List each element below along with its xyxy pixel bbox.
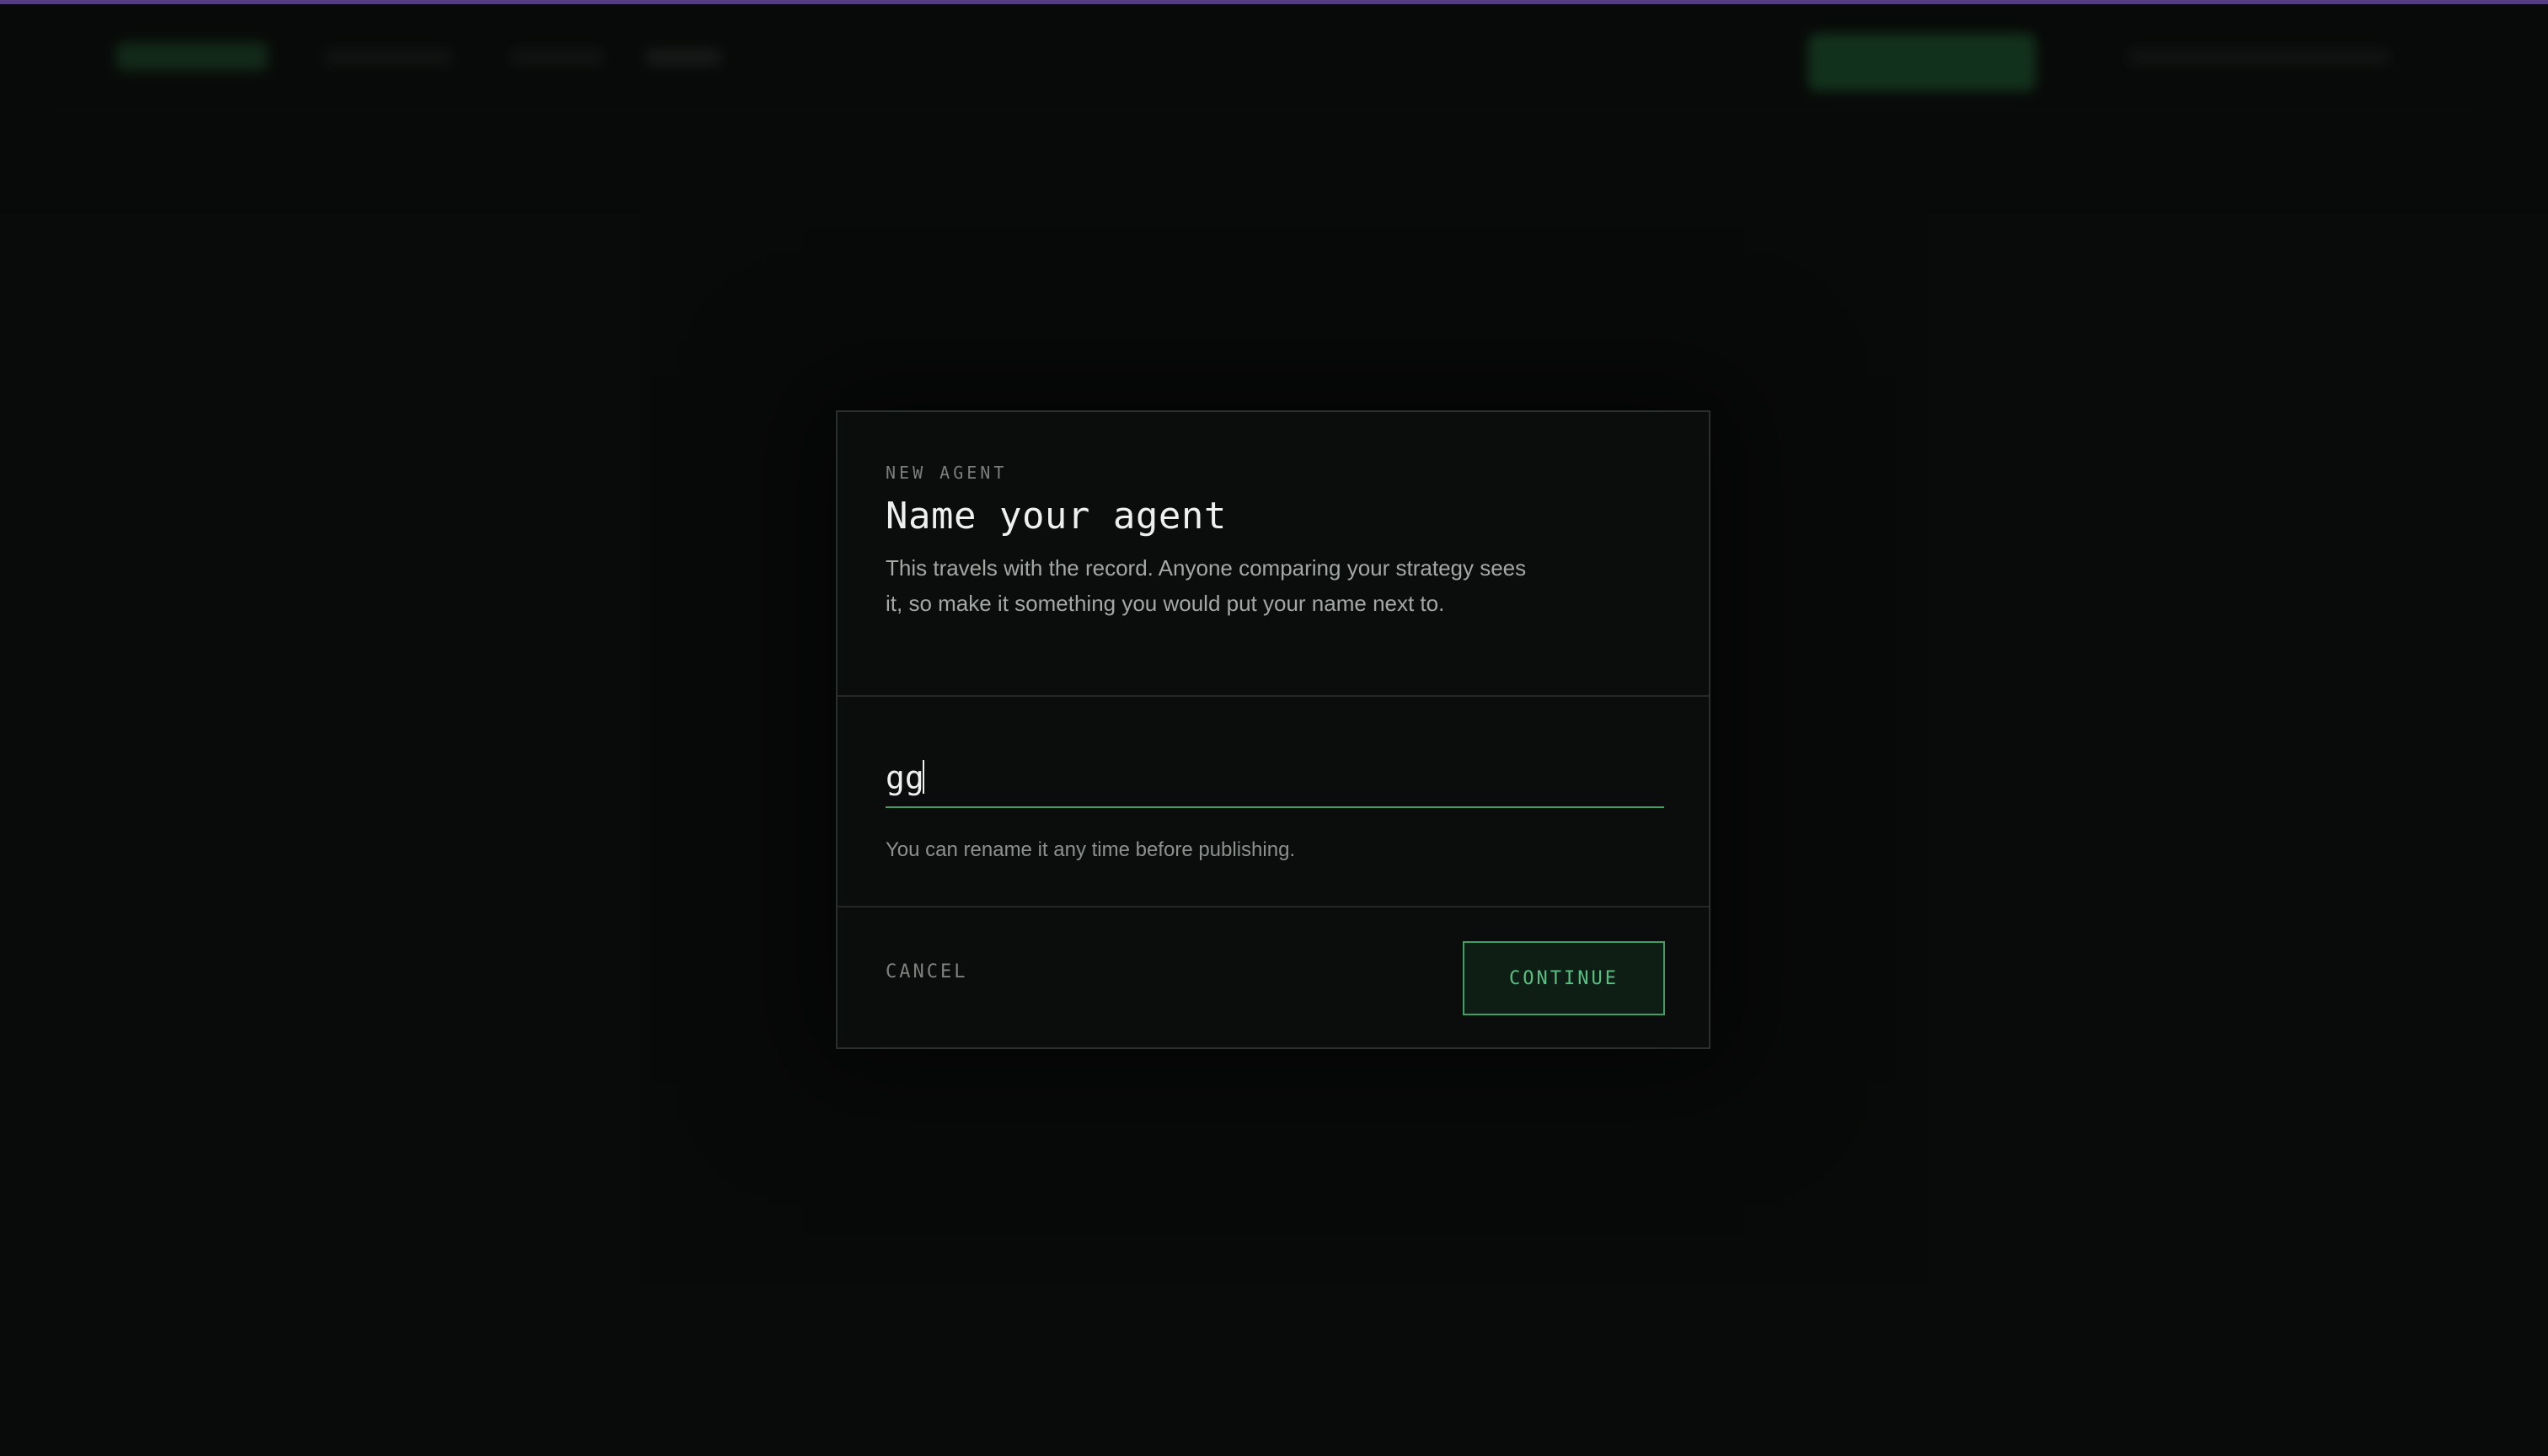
name-agent-dialog: NEW AGENT Name your agent This travels w… xyxy=(836,410,1710,1049)
text-caret xyxy=(922,760,924,794)
continue-button[interactable]: CONTINUE xyxy=(1463,941,1665,1015)
cancel-button[interactable]: CANCEL xyxy=(886,961,967,982)
dialog-eyebrow: NEW AGENT xyxy=(886,463,1008,483)
agent-name-input[interactable]: gg xyxy=(886,747,1664,808)
agent-name-input-value: gg xyxy=(886,759,924,796)
dialog-description: This travels with the record. Anyone com… xyxy=(886,555,1527,616)
dialog-body: gg You can rename it any time before pub… xyxy=(838,697,1709,907)
dialog-footer: CANCEL CONTINUE xyxy=(838,907,1709,1047)
dialog-title: Name your agent xyxy=(886,495,1227,538)
input-hint: You can rename it any time before publis… xyxy=(886,838,1296,861)
dialog-header: NEW AGENT Name your agent This travels w… xyxy=(838,412,1709,697)
